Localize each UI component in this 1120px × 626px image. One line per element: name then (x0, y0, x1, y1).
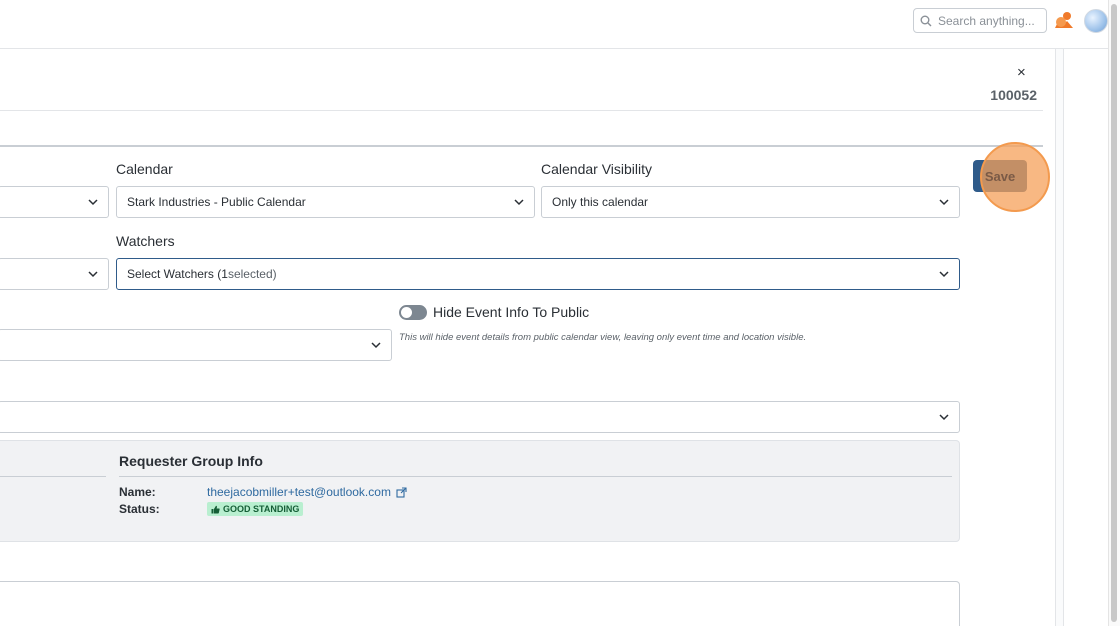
calendar-visibility-value: Only this calendar (552, 195, 649, 209)
name-key: Name: (119, 485, 156, 499)
watchers-select[interactable]: Select Watchers (1 selected) (116, 258, 960, 290)
search-input[interactable]: Search anything... (913, 8, 1047, 33)
wide-select[interactable] (0, 401, 960, 433)
save-button[interactable]: Save (973, 160, 1027, 192)
calendar-select[interactable]: Stark Industries - Public Calendar (116, 186, 535, 218)
left-select-3[interactable] (0, 329, 392, 361)
chevron-down-icon (88, 199, 98, 206)
avatar[interactable] (1084, 9, 1108, 33)
requester-email-link[interactable]: theejacobmiller+test@outlook.com (207, 485, 407, 499)
panel-divider (1055, 49, 1064, 626)
status-value: GOOD STANDING (223, 504, 300, 514)
watchers-count: 1 (221, 267, 228, 281)
calendar-visibility-select[interactable]: Only this calendar (541, 186, 960, 218)
calendar-value: Stark Industries - Public Calendar (127, 195, 306, 209)
divider (0, 476, 106, 477)
notes-textarea[interactable] (0, 581, 960, 626)
chevron-down-icon (939, 414, 949, 421)
hide-event-info-hint: This will hide event details from public… (399, 332, 807, 343)
chevron-down-icon (88, 271, 98, 278)
status-badge: GOOD STANDING (207, 502, 304, 516)
left-select-2[interactable] (0, 258, 109, 290)
watchers-label: Watchers (116, 233, 175, 249)
chevron-down-icon (939, 199, 949, 206)
thumbs-up-icon (211, 505, 220, 513)
divider (0, 145, 1043, 147)
search-placeholder: Search anything... (938, 13, 1035, 28)
chevron-down-icon (514, 199, 524, 206)
requester-group-title: Requester Group Info (119, 453, 263, 469)
external-link-icon[interactable] (396, 486, 407, 498)
left-select-1[interactable] (0, 186, 109, 218)
close-icon[interactable]: × (1017, 64, 1026, 81)
top-bar: Search anything... (0, 0, 1120, 49)
search-icon (920, 15, 932, 26)
hide-event-info-toggle[interactable] (399, 305, 427, 320)
divider (119, 476, 952, 477)
scrollbar-thumb[interactable] (1111, 4, 1117, 622)
chevron-down-icon (371, 342, 381, 349)
watchers-prefix: Select Watchers ( (127, 267, 222, 281)
requester-email[interactable]: theejacobmiller+test@outlook.com (207, 485, 391, 499)
watchers-suffix: selected) (227, 267, 277, 281)
record-id: 100052 (990, 87, 1037, 103)
calendar-label: Calendar (116, 161, 173, 177)
calendar-visibility-label: Calendar Visibility (541, 161, 653, 177)
hide-event-info-label: Hide Event Info To Public (433, 304, 590, 320)
notification-bell-icon[interactable] (1053, 10, 1075, 32)
divider (0, 110, 1043, 111)
status-key: Status: (119, 502, 160, 516)
chevron-down-icon (939, 271, 949, 278)
